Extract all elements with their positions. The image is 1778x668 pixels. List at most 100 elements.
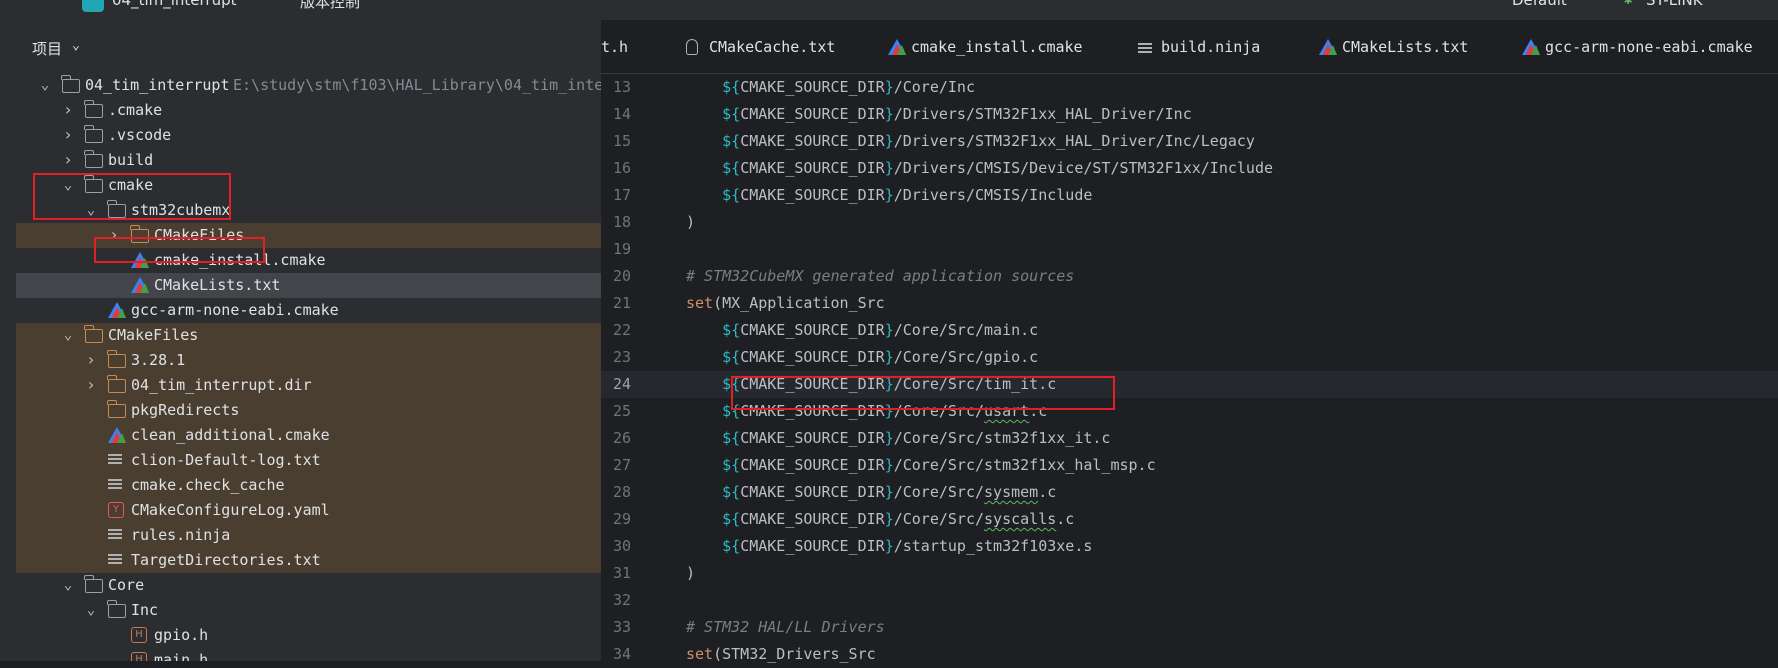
- project-name[interactable]: 04_tim_interrupt: [112, 0, 237, 9]
- code-line[interactable]: 17 ${CMAKE_SOURCE_DIR}/Drivers/CMSIS/Inc…: [601, 182, 1778, 209]
- tree-row[interactable]: ⌄ CMakeFiles: [16, 323, 601, 348]
- project-badge-icon[interactable]: [82, 0, 104, 12]
- line-number[interactable]: 17: [601, 186, 631, 204]
- code-line[interactable]: 20 # STM32CubeMX generated application so…: [601, 263, 1778, 290]
- chevron-down-icon[interactable]: ⌄: [61, 326, 75, 344]
- tree-item-label: CMakeFiles: [108, 326, 199, 344]
- line-number[interactable]: 26: [601, 429, 631, 447]
- code-line[interactable]: 18): [601, 209, 1778, 236]
- tree-row[interactable]: › CMakeFiles: [16, 223, 601, 248]
- line-number[interactable]: 22: [601, 321, 631, 339]
- code-line[interactable]: 21 set(MX_Application_Src: [601, 290, 1778, 317]
- tree-row[interactable]: clean_additional.cmake: [16, 423, 601, 448]
- line-number[interactable]: 14: [601, 105, 631, 123]
- tree-row[interactable]: › build: [16, 148, 601, 173]
- line-number[interactable]: 31: [601, 564, 631, 582]
- code-view[interactable]: 13 ${CMAKE_SOURCE_DIR}/Core/Inc 14 ${CMAK…: [601, 74, 1778, 668]
- code-line[interactable]: 29 ${CMAKE_SOURCE_DIR}/Core/Src/syscalls…: [601, 506, 1778, 533]
- editor-tab[interactable]: build.ninja: [1133, 20, 1301, 73]
- tree-row[interactable]: Y CMakeConfigureLog.yaml: [16, 498, 601, 523]
- code-line[interactable]: 27 ${CMAKE_SOURCE_DIR}/Core/Src/stm32f1x…: [601, 452, 1778, 479]
- tree-row[interactable]: pkgRedirects: [16, 398, 601, 423]
- line-number[interactable]: 18: [601, 213, 631, 231]
- chevron-down-icon[interactable]: ⌄: [61, 576, 75, 594]
- line-number[interactable]: 33: [601, 618, 631, 636]
- code-text: # STM32CubeMX generated application sour…: [686, 267, 1075, 285]
- run-config-selector[interactable]: Default: [1512, 0, 1567, 9]
- tree-row[interactable]: rules.ninja: [16, 523, 601, 548]
- editor-tab[interactable]: t.h: [601, 20, 673, 73]
- line-number[interactable]: 24: [601, 375, 631, 393]
- chevron-right-icon[interactable]: ›: [107, 226, 121, 244]
- code-line[interactable]: 30 ${CMAKE_SOURCE_DIR}/startup_stm32f103…: [601, 533, 1778, 560]
- tree-row[interactable]: ⌄ cmake: [16, 173, 601, 198]
- code-line[interactable]: 28 ${CMAKE_SOURCE_DIR}/Core/Src/sysmem.c: [601, 479, 1778, 506]
- chevron-right-icon[interactable]: ›: [84, 376, 98, 394]
- text-file-icon: [108, 452, 122, 468]
- chevron-right-icon[interactable]: ›: [61, 151, 75, 169]
- editor-tab[interactable]: CMakeLists.txt: [1314, 20, 1504, 73]
- code-line[interactable]: 23 ${CMAKE_SOURCE_DIR}/Core/Src/gpio.c: [601, 344, 1778, 371]
- chevron-down-icon[interactable]: ⌄: [84, 201, 98, 219]
- debug-icon[interactable]: ✱: [1624, 0, 1632, 8]
- chevron-down-icon[interactable]: ⌄: [61, 176, 75, 194]
- tree-row[interactable]: Hgpio.h: [16, 623, 601, 648]
- line-number[interactable]: 29: [601, 510, 631, 528]
- folder-orange-icon: [130, 225, 149, 243]
- line-number[interactable]: 23: [601, 348, 631, 366]
- line-number[interactable]: 21: [601, 294, 631, 312]
- tree-row[interactable]: cmake.check_cache: [16, 473, 601, 498]
- line-number[interactable]: 16: [601, 159, 631, 177]
- code-line[interactable]: 34 set(STM32_Drivers_Src: [601, 641, 1778, 668]
- editor-tab[interactable]: cmake_install.cmake: [883, 20, 1121, 73]
- chevron-down-icon[interactable]: ⌄: [84, 601, 98, 619]
- tree-row[interactable]: › 04_tim_interrupt.dir: [16, 373, 601, 398]
- code-line[interactable]: 33 # STM32 HAL/LL Drivers: [601, 614, 1778, 641]
- line-number[interactable]: 13: [601, 78, 631, 96]
- code-line[interactable]: 24 ${CMAKE_SOURCE_DIR}/Core/Src/tim_it.c: [601, 371, 1778, 398]
- debug-target-selector[interactable]: ST-LINK: [1646, 0, 1703, 9]
- tree-row[interactable]: ⌄ Inc: [16, 598, 601, 623]
- tree-row[interactable]: ⌄ Core: [16, 573, 601, 598]
- tree-row[interactable]: cmake_install.cmake: [16, 248, 601, 273]
- line-number[interactable]: 28: [601, 483, 631, 501]
- code-line[interactable]: 13 ${CMAKE_SOURCE_DIR}/Core/Inc: [601, 74, 1778, 101]
- project-panel-title[interactable]: 项目: [32, 38, 62, 59]
- tree-row[interactable]: TargetDirectories.txt: [16, 548, 601, 573]
- code-line[interactable]: 31): [601, 560, 1778, 587]
- code-line[interactable]: 15 ${CMAKE_SOURCE_DIR}/Drivers/STM32F1xx…: [601, 128, 1778, 155]
- line-number[interactable]: 20: [601, 267, 631, 285]
- line-number[interactable]: 32: [601, 591, 631, 609]
- tree-row[interactable]: › .vscode: [16, 123, 601, 148]
- tree-row[interactable]: Hmain.h: [16, 648, 601, 661]
- line-number[interactable]: 34: [601, 645, 631, 663]
- editor-tab[interactable]: CMakeCache.txt: [681, 20, 871, 73]
- line-number[interactable]: 25: [601, 402, 631, 420]
- tree-row[interactable]: CMakeLists.txt: [16, 273, 601, 298]
- code-line[interactable]: 26 ${CMAKE_SOURCE_DIR}/Core/Src/stm32f1x…: [601, 425, 1778, 452]
- tree-row[interactable]: › .cmake: [16, 98, 601, 123]
- code-line[interactable]: 32: [601, 587, 1778, 614]
- chevron-right-icon[interactable]: ›: [84, 351, 98, 369]
- line-number[interactable]: 30: [601, 537, 631, 555]
- chevron-right-icon[interactable]: ›: [61, 126, 75, 144]
- line-number[interactable]: 27: [601, 456, 631, 474]
- line-number[interactable]: 19: [601, 240, 631, 258]
- main-menu-icon[interactable]: [34, 0, 54, 8]
- vcs-widget[interactable]: 版本控制: [300, 0, 360, 12]
- tree-row[interactable]: gcc-arm-none-eabi.cmake: [16, 298, 601, 323]
- chevron-right-icon[interactable]: ›: [61, 101, 75, 119]
- tree-row[interactable]: ⌄ 04_tim_interrupt E:\study\stm\f103\HAL_L…: [16, 73, 601, 98]
- code-line[interactable]: 25 ${CMAKE_SOURCE_DIR}/Core/Src/usart.c: [601, 398, 1778, 425]
- code-line[interactable]: 14 ${CMAKE_SOURCE_DIR}/Drivers/STM32F1xx…: [601, 101, 1778, 128]
- chevron-down-icon[interactable]: ⌄: [72, 38, 80, 53]
- tree-row[interactable]: ⌄ stm32cubemx: [16, 198, 601, 223]
- code-line[interactable]: 19: [601, 236, 1778, 263]
- editor-tab[interactable]: gcc-arm-none-eabi.cmake: [1517, 20, 1767, 73]
- code-line[interactable]: 16 ${CMAKE_SOURCE_DIR}/Drivers/CMSIS/Dev…: [601, 155, 1778, 182]
- tree-row[interactable]: clion-Default-log.txt: [16, 448, 601, 473]
- code-line[interactable]: 22 ${CMAKE_SOURCE_DIR}/Core/Src/main.c: [601, 317, 1778, 344]
- line-number[interactable]: 15: [601, 132, 631, 150]
- chevron-down-icon[interactable]: ⌄: [38, 76, 52, 94]
- tree-row[interactable]: › 3.28.1: [16, 348, 601, 373]
